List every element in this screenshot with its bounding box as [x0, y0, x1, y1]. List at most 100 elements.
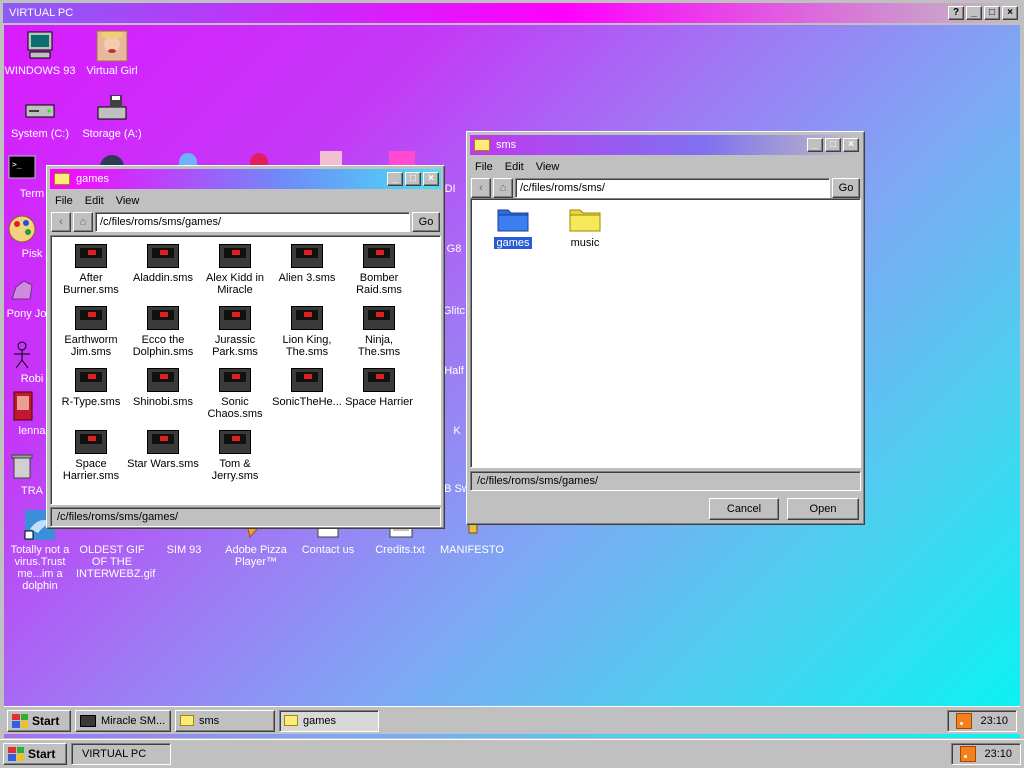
- folder-icon: [569, 209, 601, 232]
- games-window: games _ □ × File Edit View ‹ ⌂ /c/files/…: [46, 165, 445, 529]
- sms-menubar: File Edit View: [467, 158, 864, 176]
- home-icon: ⌂: [79, 216, 87, 228]
- file-item[interactable]: Alien 3.sms: [271, 244, 343, 284]
- menu-file[interactable]: File: [55, 195, 73, 207]
- desktop-icon-label: Totally not a virus.Trust me...im a dolp…: [10, 544, 70, 592]
- games-window-controls: _ □ ×: [387, 172, 439, 186]
- host-taskbar: Start VIRTUAL PC 23:10: [0, 739, 1024, 767]
- help-button[interactable]: ?: [948, 6, 964, 20]
- cartridge-icon: [75, 430, 107, 454]
- minimize-button[interactable]: _: [966, 6, 982, 20]
- folder-item-music[interactable]: music: [549, 205, 621, 249]
- menu-view[interactable]: View: [116, 195, 140, 207]
- virtual-pc-window-controls: ? _ □ ×: [948, 6, 1018, 20]
- close-button[interactable]: ×: [1002, 6, 1018, 20]
- file-item[interactable]: Shinobi.sms: [127, 368, 199, 408]
- robot-icon: [6, 338, 38, 370]
- back-button[interactable]: ‹: [471, 178, 491, 198]
- virtual-pc-titlebar[interactable]: VIRTUAL PC: [3, 3, 1021, 23]
- menu-view[interactable]: View: [536, 161, 560, 173]
- taskbar-item-games[interactable]: games: [279, 709, 379, 732]
- file-item[interactable]: Earthworm Jim.sms: [55, 306, 127, 358]
- rss-icon[interactable]: [956, 712, 973, 729]
- desktop-icon-virtual-girl[interactable]: Virtual Girl: [76, 30, 148, 77]
- menu-file[interactable]: File: [475, 161, 493, 173]
- folder-item-games[interactable]: games: [477, 205, 549, 249]
- start-button[interactable]: Start: [3, 742, 67, 765]
- close-button[interactable]: ×: [423, 172, 439, 186]
- go-button[interactable]: Go: [412, 212, 440, 232]
- file-item[interactable]: Alex Kidd in Miracle: [199, 244, 271, 296]
- menu-edit[interactable]: Edit: [505, 161, 524, 173]
- file-label: R-Type.sms: [61, 396, 121, 408]
- close-button[interactable]: ×: [843, 138, 859, 152]
- go-button[interactable]: Go: [832, 178, 860, 198]
- folder-icon: [474, 139, 490, 151]
- sms-titlebar[interactable]: sms _ □ ×: [470, 135, 861, 155]
- desktop-icon-label: WINDOWS 93: [4, 65, 76, 77]
- desktop-icon-storage-a[interactable]: Storage (A:): [76, 93, 148, 140]
- file-item[interactable]: Tom & Jerry.sms: [199, 430, 271, 482]
- back-button[interactable]: ‹: [51, 212, 71, 232]
- app-icon: [179, 153, 197, 165]
- desktop-icon-windows93[interactable]: WINDOWS 93: [4, 30, 76, 77]
- file-label: Alex Kidd in Miracle: [205, 272, 265, 296]
- desktop-icon-label: Virtual Girl: [86, 65, 138, 77]
- address-input[interactable]: /c/files/roms/sms/games/: [95, 212, 410, 232]
- home-icon: ⌂: [499, 182, 507, 194]
- open-button[interactable]: Open: [787, 498, 859, 520]
- file-label: Star Wars.sms: [127, 458, 199, 470]
- maximize-button[interactable]: □: [984, 6, 1000, 20]
- desktop-icon-system-c[interactable]: System (C:): [4, 93, 76, 140]
- cartridge-icon: [363, 244, 395, 268]
- sms-window-title: sms: [496, 139, 517, 151]
- terminal-icon: >_: [6, 153, 38, 185]
- cartridge-icon: [291, 306, 323, 330]
- games-titlebar[interactable]: games _ □ ×: [50, 169, 441, 189]
- cartridge-icon: [363, 306, 395, 330]
- cancel-button[interactable]: Cancel: [709, 498, 779, 520]
- taskbar-item-label: Miracle SM...: [101, 714, 166, 727]
- home-button[interactable]: ⌂: [73, 212, 93, 232]
- taskbar-item-sms[interactable]: sms: [175, 709, 275, 732]
- start-button[interactable]: Start: [7, 709, 71, 732]
- cartridge-icon: [80, 714, 96, 727]
- file-item[interactable]: Bomber Raid.sms: [343, 244, 415, 296]
- taskbar-item-miracle[interactable]: Miracle SM...: [75, 709, 171, 732]
- taskbar-item-virtual-pc[interactable]: VIRTUAL PC: [71, 742, 171, 765]
- maximize-button[interactable]: □: [405, 172, 421, 186]
- maximize-button[interactable]: □: [825, 138, 841, 152]
- taskbar-item-label: sms: [199, 714, 220, 727]
- file-item[interactable]: Star Wars.sms: [127, 430, 199, 470]
- file-item[interactable]: Ecco the Dolphin.sms: [127, 306, 199, 358]
- minimize-button[interactable]: _: [807, 138, 823, 152]
- cartridge-icon: [75, 368, 107, 392]
- inner-taskbar: Start Miracle SM... sms games 23:10: [4, 706, 1020, 734]
- games-window-title: games: [76, 173, 110, 185]
- rss-icon[interactable]: [960, 745, 977, 762]
- file-label: Jurassic Park.sms: [212, 334, 258, 358]
- file-item[interactable]: Space Harrier: [343, 368, 415, 408]
- file-item[interactable]: SonicTheHe...: [271, 368, 343, 408]
- file-item[interactable]: Jurassic Park.sms: [199, 306, 271, 358]
- desktop-icon-label: OLDEST GIF OF THE INTERWEBZ.gif: [76, 544, 156, 580]
- file-item[interactable]: Space Harrier.sms: [55, 430, 127, 482]
- desktop-icon-label: SIM 93: [166, 544, 202, 556]
- taskbar-item-label: games: [303, 714, 337, 727]
- menu-edit[interactable]: Edit: [85, 195, 104, 207]
- file-item[interactable]: Lion King, The.sms: [271, 306, 343, 358]
- file-item[interactable]: Ninja, The.sms: [343, 306, 415, 358]
- file-item[interactable]: After Burner.sms: [55, 244, 127, 296]
- address-input[interactable]: /c/files/roms/sms/: [515, 178, 830, 198]
- file-item[interactable]: Aladdin.sms: [127, 244, 199, 284]
- windows-logo-icon: [12, 713, 28, 728]
- floppy-drive-icon: [96, 93, 128, 125]
- cartridge-icon: [147, 244, 179, 268]
- file-item[interactable]: R-Type.sms: [55, 368, 127, 408]
- minimize-button[interactable]: _: [387, 172, 403, 186]
- folder-icon: [497, 209, 529, 232]
- file-item[interactable]: Sonic Chaos.sms: [199, 368, 271, 420]
- home-button[interactable]: ⌂: [493, 178, 513, 198]
- taskbar-item-label: VIRTUAL PC: [82, 747, 147, 760]
- clock: 23:10: [980, 714, 1008, 727]
